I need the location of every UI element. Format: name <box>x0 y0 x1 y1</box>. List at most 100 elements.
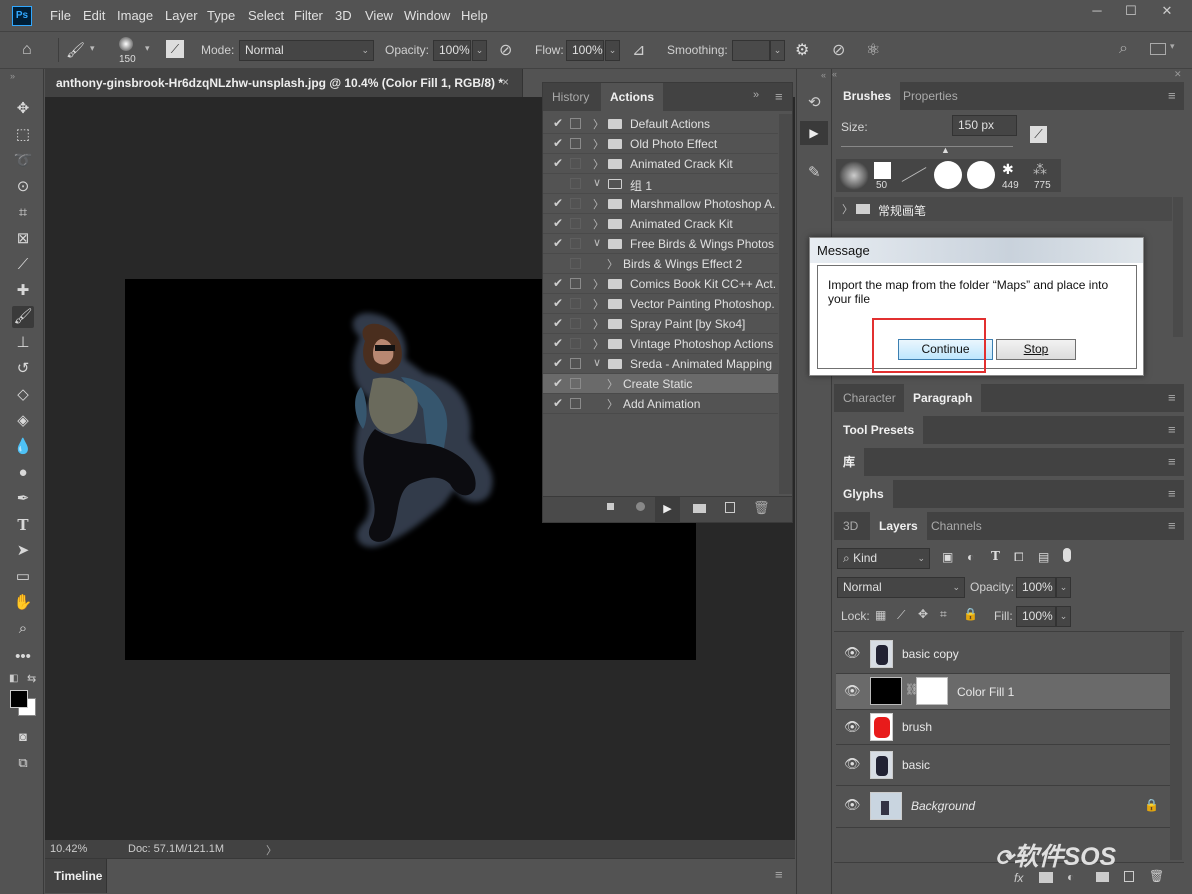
dialog-toggle-icon[interactable] <box>570 218 581 229</box>
toggle-check-icon[interactable]: ✔ <box>551 276 565 290</box>
eye-icon[interactable]: 👁 <box>844 757 861 771</box>
menu-help[interactable]: Help <box>461 8 488 23</box>
dialog-toggle-icon[interactable] <box>570 278 581 289</box>
layer-row[interactable]: 👁 brush <box>836 710 1170 745</box>
filter-shape-icon[interactable]: ⧠ <box>1014 550 1024 565</box>
healing-brush-tool-icon[interactable]: ✚ <box>12 280 34 302</box>
action-row[interactable]: ✔ 〉 Vintage Photoshop Actions <box>543 334 778 354</box>
pen-tool-icon[interactable]: ✒ <box>12 488 34 510</box>
eye-icon[interactable]: 👁 <box>844 684 861 698</box>
brush-tool-icon[interactable]: 🖌 <box>66 41 85 59</box>
toggle-check-icon[interactable]: ✔ <box>551 336 565 350</box>
toggle-check-icon[interactable]: ✔ <box>551 356 565 370</box>
filter-type-icon[interactable]: T <box>991 549 1000 563</box>
chevron-right-icon[interactable]: 〉 <box>593 116 604 132</box>
menu-image[interactable]: Image <box>117 8 153 23</box>
pressure-size-icon[interactable]: ⊘ <box>832 40 845 60</box>
size-slider-thumb[interactable]: ▲ <box>941 145 950 155</box>
record-icon[interactable] <box>636 502 645 511</box>
chevron-down-icon[interactable]: ∨ <box>593 236 601 249</box>
dialog-toggle-icon[interactable] <box>570 358 581 369</box>
eraser-tool-icon[interactable]: ◇ <box>12 384 34 406</box>
brush-folder-row[interactable]: 〉 常规画笔 <box>834 197 1172 221</box>
new-group-icon[interactable] <box>1096 872 1109 882</box>
action-row[interactable]: ✔ 〉 Animated Crack Kit <box>543 154 778 174</box>
blur-tool-icon[interactable]: 💧 <box>12 436 34 458</box>
tab-3d[interactable]: 3D <box>834 512 867 540</box>
action-row[interactable]: ✔ ∨ Free Birds & Wings Photos... <box>543 234 778 254</box>
layer-row[interactable]: 👁 Background 🔒 <box>836 786 1170 828</box>
chevron-down-icon[interactable]: ∨ <box>593 356 601 369</box>
fill-dropdown-icon[interactable]: ⌄ <box>1056 606 1071 627</box>
eye-icon[interactable]: 👁 <box>844 720 861 734</box>
new-brush-icon[interactable]: ⟋ <box>1030 126 1047 143</box>
menu-edit[interactable]: Edit <box>83 8 105 23</box>
action-row[interactable]: ✔ 〉 Add Animation <box>543 394 778 414</box>
maximize-icon[interactable]: ☐ <box>1114 0 1148 22</box>
tab-actions[interactable]: Actions <box>601 83 664 111</box>
actions-scrollbar[interactable] <box>779 114 792 494</box>
chevron-right-icon[interactable]: 〉 <box>607 376 618 392</box>
brush-preview-icon[interactable] <box>119 37 133 51</box>
toggle-check-icon[interactable]: ✔ <box>551 116 565 130</box>
quick-select-tool-icon[interactable]: ⊙ <box>12 176 34 198</box>
dialog-toggle-icon[interactable] <box>570 158 581 169</box>
menu-3d[interactable]: 3D <box>335 8 352 23</box>
round-brush-preset[interactable] <box>934 161 962 189</box>
action-row[interactable]: ✔ 〉 Vector Painting Photoshop... <box>543 294 778 314</box>
menu-layer[interactable]: Layer <box>165 8 198 23</box>
panel-menu-icon[interactable]: ≡ <box>1168 422 1176 437</box>
tab-channels[interactable]: Channels <box>922 512 991 540</box>
move-tool-icon[interactable]: ✥ <box>12 98 34 120</box>
flow-input[interactable]: 100% <box>566 40 604 61</box>
layer-opacity-input[interactable]: 100% <box>1016 577 1056 598</box>
mode-select[interactable]: Normal ⌄ <box>239 40 374 61</box>
new-layer-icon[interactable] <box>1124 871 1134 882</box>
lock-position-icon[interactable]: ✥ <box>918 607 928 621</box>
foreground-color-swatch[interactable] <box>10 690 28 708</box>
line-brush-preset[interactable] <box>901 167 927 182</box>
panel-menu-icon[interactable]: ≡ <box>1168 390 1176 405</box>
lock-all-icon[interactable]: 🔒 <box>963 607 978 621</box>
action-row-selected[interactable]: ✔ 〉 Create Static <box>543 374 778 394</box>
more-tools-icon[interactable]: ••• <box>12 646 34 668</box>
layer-row-selected[interactable]: 👁 ⛓ Color Fill 1 <box>836 674 1170 710</box>
zoom-tool-icon[interactable]: ⌕ <box>12 618 34 640</box>
lock-pixels-icon[interactable]: ⟋ <box>897 608 905 623</box>
chevron-right-icon[interactable]: 〉 <box>593 136 604 152</box>
collapse-icon[interactable]: « <box>832 69 837 79</box>
menu-select[interactable]: Select <box>248 8 284 23</box>
marquee-tool-icon[interactable]: ⬚ <box>12 124 34 146</box>
dialog-toggle-icon[interactable] <box>570 338 581 349</box>
panel-menu-icon[interactable]: ≡ <box>775 867 783 882</box>
stop-button[interactable]: Stop <box>996 339 1076 360</box>
toggle-check-icon[interactable]: ✔ <box>551 136 565 150</box>
size-slider-track[interactable] <box>841 146 1013 147</box>
opacity-dropdown-icon[interactable]: ⌄ <box>472 40 487 61</box>
hard-square-brush-preset[interactable] <box>874 162 891 179</box>
smoothing-input[interactable] <box>732 40 770 61</box>
pressure-opacity-icon[interactable]: ⊘ <box>499 40 512 60</box>
tab-library[interactable]: 库 <box>834 448 865 476</box>
menu-type[interactable]: Type <box>207 8 235 23</box>
panel-menu-icon[interactable]: ≡ <box>775 89 783 104</box>
filter-adjustment-icon[interactable]: ◐ <box>967 550 974 564</box>
tab-layers[interactable]: Layers <box>870 512 927 540</box>
frame-tool-icon[interactable]: ⊠ <box>12 228 34 250</box>
toggle-check-icon[interactable]: ✔ <box>551 376 565 390</box>
fill-input[interactable]: 100% <box>1016 606 1056 627</box>
action-row[interactable]: ✔ 〉 Old Photo Effect <box>543 134 778 154</box>
chevron-right-icon[interactable]: 〉 <box>593 336 604 352</box>
tab-history[interactable]: History <box>543 83 598 111</box>
dodge-tool-icon[interactable]: ● <box>12 462 34 484</box>
brushes-scrollbar[interactable] <box>1173 197 1183 337</box>
tab-paragraph[interactable]: Paragraph <box>904 384 982 412</box>
lasso-tool-icon[interactable]: ➰ <box>12 150 34 172</box>
menu-file[interactable]: File <box>50 8 71 23</box>
menu-window[interactable]: Window <box>404 8 450 23</box>
new-set-icon[interactable] <box>693 504 706 513</box>
menu-filter[interactable]: Filter <box>294 8 323 23</box>
add-mask-icon[interactable] <box>1039 872 1053 883</box>
chevron-down-icon[interactable]: ∨ <box>593 176 601 189</box>
size-input[interactable]: 150 px <box>952 115 1017 136</box>
